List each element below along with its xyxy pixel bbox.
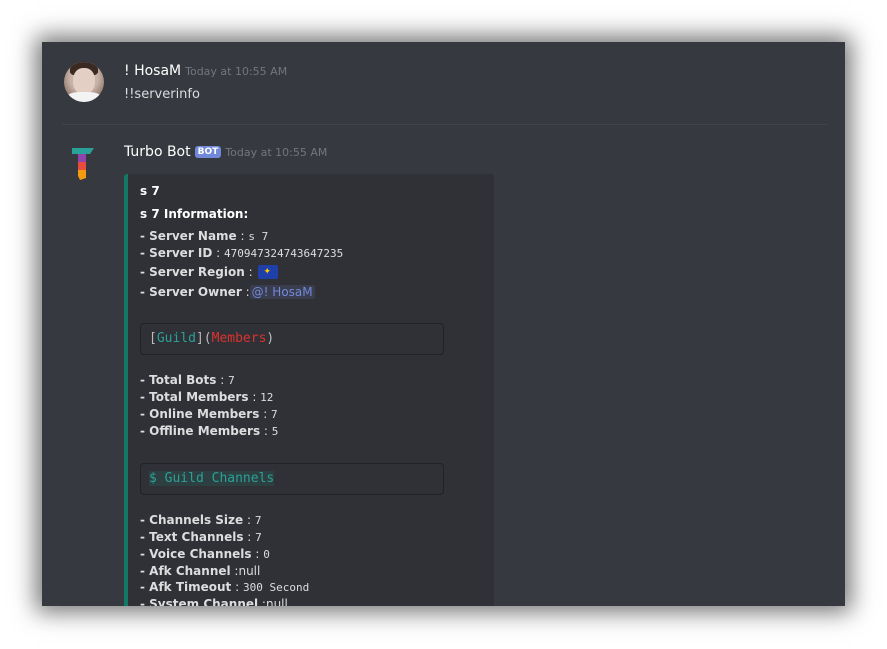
field-value: 300 Second [242,581,310,594]
turbo-logo-icon [72,148,94,180]
chat-window: ! HosaM Today at 10:55 AM !!serverinfo Tu… [42,42,845,606]
online-members-row: - Online Members : 7 [140,407,278,421]
avatar[interactable] [64,62,104,102]
timestamp: Today at 10:55 AM [225,146,328,159]
timestamp: Today at 10:55 AM [185,65,288,78]
field-label: - Server Name [140,229,237,243]
code-block: [Guild](Members) [140,323,444,355]
server-id-row: - Server ID : 470947324743647235 [140,246,344,260]
embed-title: s 7 [140,184,160,198]
field-label: - Total Members [140,390,249,404]
code-members: Members [211,331,267,346]
field-value: 7 [255,531,262,544]
field-label: - Afk Timeout [140,580,232,594]
field-value: 5 [271,425,279,438]
field-label: - Offline Members [140,424,261,438]
field-value: 12 [260,391,274,404]
message-content: !!serverinfo [124,87,200,102]
field-value: s 7 [248,230,269,243]
owner-mention[interactable]: @! HosaM [249,285,315,299]
channels-size-row: - Channels Size : 7 [140,513,262,527]
field-value: null [238,564,261,578]
field-label: - Voice Channels [140,547,252,561]
offline-members-row: - Offline Members : 5 [140,424,279,438]
afk-timeout-row: - Afk Timeout : 300 Second [140,580,310,594]
code-channels: $ Guild Channels [149,471,275,486]
field-label: - Server Owner [140,285,242,299]
field-value: 7 [254,514,262,527]
eu-flag-icon: ✦ [258,265,279,279]
field-label: - Channels Size [140,513,244,527]
field-value: 7 [228,374,235,387]
server-name-row: - Server Name : s 7 [140,229,269,243]
field-value: 470947324743647235 [224,247,344,260]
field-label: - Online Members [140,407,260,421]
field-label: - System Channel [140,597,259,606]
field-value: null [265,597,288,606]
bot-avatar[interactable] [64,142,104,182]
field-label: - Total Bots [140,373,217,387]
bot-tag: BOT [194,146,222,158]
text-channels-row: - Text Channels : 7 [140,530,262,544]
field-label: - Text Channels [140,530,244,544]
voice-channels-row: - Voice Channels : 0 [140,547,270,561]
server-owner-row: - Server Owner : @! HosaM [140,285,315,299]
total-bots-row: - Total Bots : 7 [140,373,235,387]
author-name[interactable]: ! HosaM [124,63,181,79]
system-channel-row: - System Channel :null [140,597,288,606]
afk-channel-row: - Afk Channel :null [140,564,261,578]
code-guild: Guild [156,331,196,346]
field-label: - Afk Channel [140,564,231,578]
author-line: Turbo Bot BOT Today at 10:55 AM [124,144,327,160]
field-value: 0 [263,548,270,561]
user-message: ! HosaM Today at 10:55 AM !!serverinfo [42,42,845,124]
author-name[interactable]: Turbo Bot [124,144,191,160]
field-label: - Server ID [140,246,213,260]
field-value: 7 [271,408,278,421]
code-block: $ Guild Channels [140,463,444,495]
field-label: - Server Region [140,265,245,279]
server-region-row: - Server Region : ✦ [140,265,279,279]
embed-subtitle: s 7 Information: [140,207,249,221]
total-members-row: - Total Members : 12 [140,390,274,404]
author-line: ! HosaM Today at 10:55 AM [124,63,287,79]
server-info-embed: s 7 s 7 Information: - Server Name : s 7… [124,174,494,606]
